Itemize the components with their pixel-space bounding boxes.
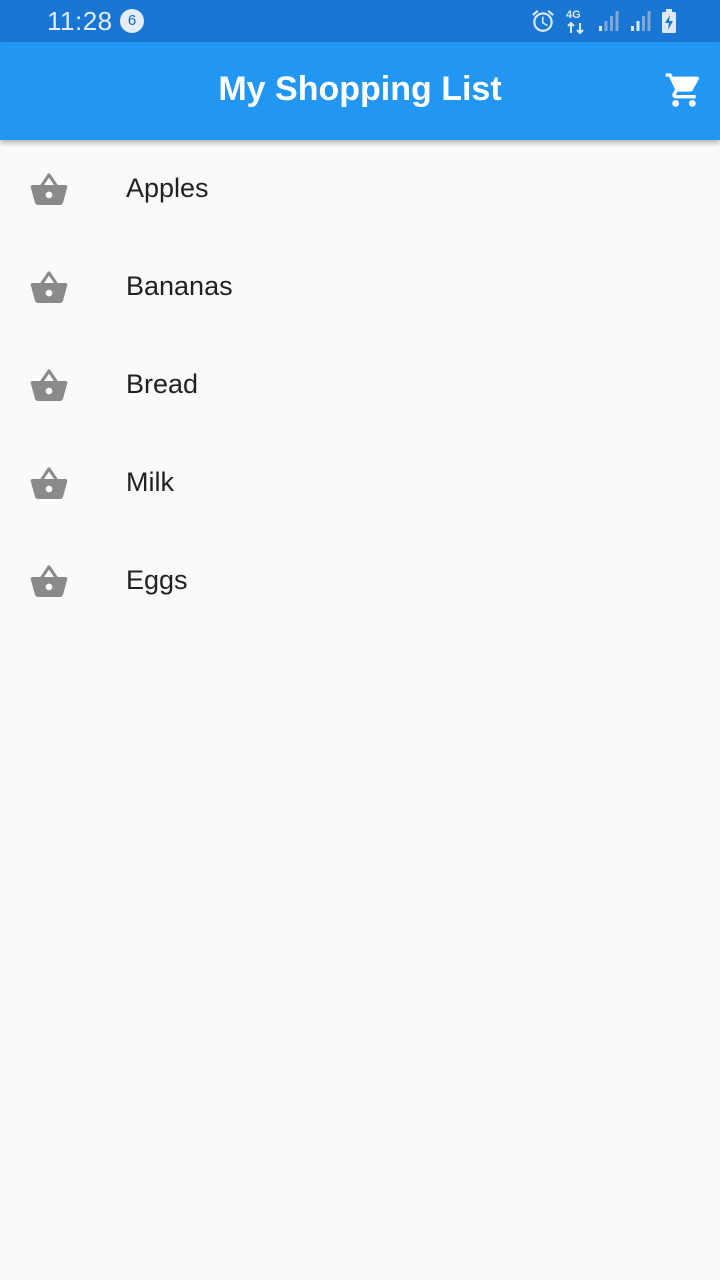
list-item-milk[interactable]: Milk	[0, 434, 720, 532]
shopping-basket-icon	[29, 366, 69, 406]
list-item-eggs[interactable]: Eggs	[0, 532, 720, 630]
shopping-cart-icon	[664, 73, 704, 114]
status-icons: 4G	[530, 8, 676, 34]
status-bar: 11:28 6 4G	[0, 0, 720, 42]
network-4g-icon: 4G	[566, 8, 588, 34]
signal-icon	[630, 10, 652, 32]
notification-count-badge: 6	[120, 9, 144, 33]
page-title: My Shopping List	[218, 70, 502, 108]
list-item-label: Milk	[126, 467, 174, 497]
signal-icon	[598, 10, 620, 32]
shopping-basket-icon	[29, 170, 69, 210]
shopping-list: Apples Bananas Bread Milk Eggs	[0, 140, 720, 630]
list-item-bread[interactable]: Bread	[0, 336, 720, 434]
list-item-label: Bananas	[126, 271, 233, 301]
status-time: 11:28	[47, 6, 113, 36]
network-label: 4G	[566, 9, 581, 21]
list-item-bananas[interactable]: Bananas	[0, 238, 720, 336]
shopping-basket-icon	[29, 268, 69, 308]
list-item-label: Eggs	[126, 565, 188, 595]
app-bar: My Shopping List	[0, 42, 720, 140]
shopping-basket-icon	[29, 562, 69, 602]
list-item-label: Apples	[126, 173, 209, 203]
list-item-apples[interactable]: Apples	[0, 140, 720, 238]
battery-charging-icon	[662, 9, 676, 33]
alarm-icon	[530, 8, 556, 34]
list-item-label: Bread	[126, 369, 199, 399]
shopping-basket-icon	[29, 464, 69, 504]
shopping-cart-button[interactable]	[664, 70, 704, 110]
